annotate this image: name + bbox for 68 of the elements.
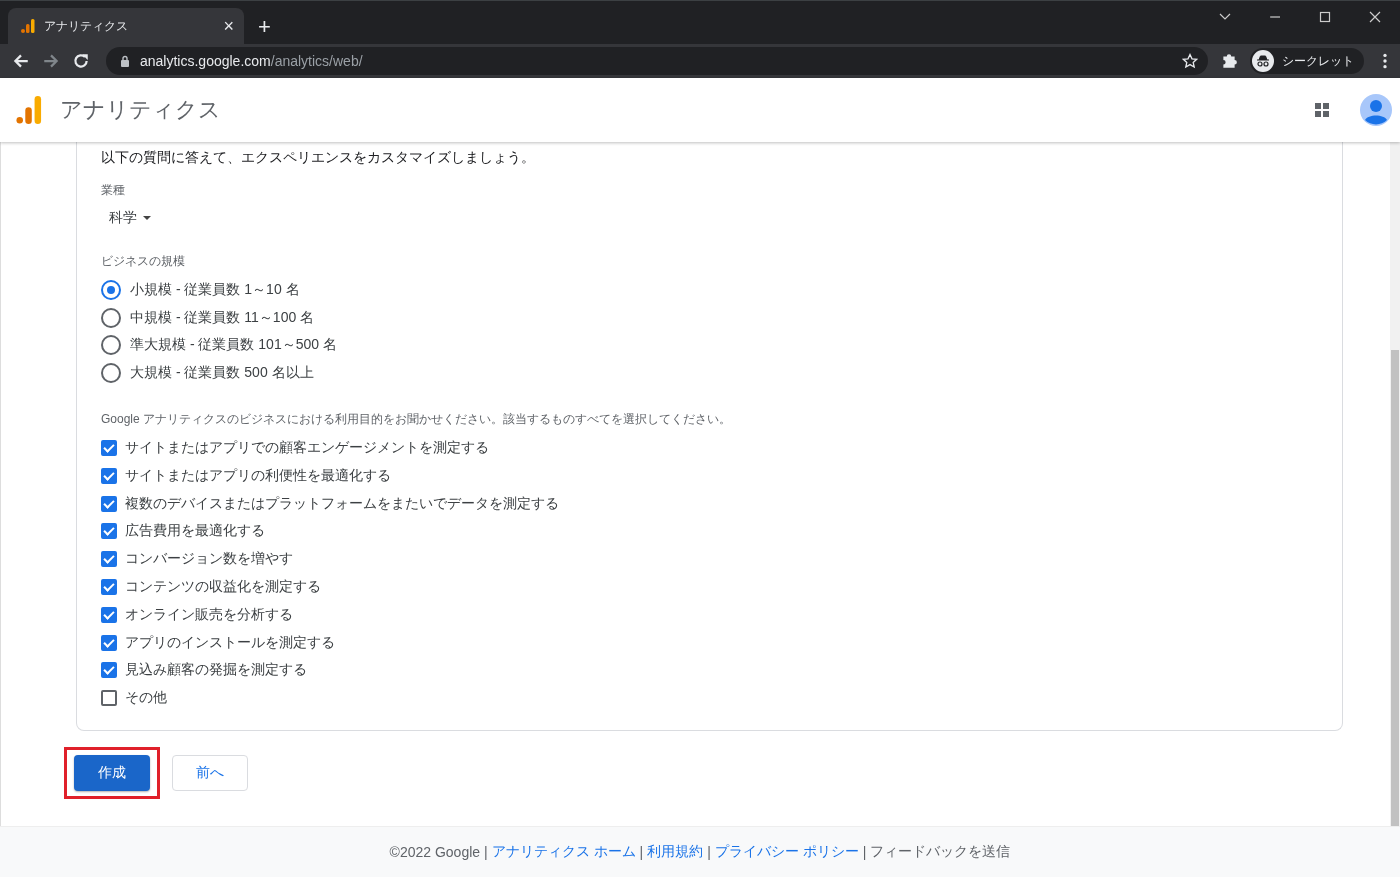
checkbox[interactable]: [101, 606, 117, 623]
avatar-icon[interactable]: [1360, 94, 1392, 126]
checkbox[interactable]: [101, 662, 117, 679]
footer-link[interactable]: アナリティクス ホーム: [491, 843, 636, 861]
apps-grid-icon[interactable]: [1314, 102, 1330, 118]
checkbox[interactable]: [101, 495, 117, 512]
scrollbar[interactable]: [1390, 142, 1400, 826]
address-bar[interactable]: analytics.google.com/analytics/web/: [106, 47, 1208, 75]
app-title: アナリティクス: [60, 96, 221, 124]
checkbox[interactable]: [101, 467, 117, 484]
create-button[interactable]: 作成: [74, 755, 150, 792]
browser-tab[interactable]: アナリティクス ×: [8, 8, 244, 44]
separator: |: [707, 844, 711, 860]
checkbox[interactable]: [101, 579, 117, 596]
incognito-profile-button[interactable]: シークレット: [1250, 48, 1364, 74]
close-icon[interactable]: [1368, 10, 1382, 24]
url-text: analytics.google.com/analytics/web/: [140, 53, 363, 69]
checkbox-option[interactable]: コンバージョン数を増やす: [101, 545, 559, 574]
bar-chart-logo-icon: [16, 95, 42, 125]
checkbox-option[interactable]: その他: [101, 684, 559, 713]
intro-text: 以下の質問に答えて、エクスペリエンスをカスタマイズしましょう。: [101, 148, 535, 166]
bar-chart-icon: [20, 18, 36, 34]
footer-text: フィードバックを送信: [870, 843, 1011, 861]
checkbox[interactable]: [101, 440, 117, 457]
checkbox-option[interactable]: コンテンツの収益化を測定する: [101, 573, 559, 601]
purpose-question: Google アナリティクスのビジネスにおける利用目的をお聞かせください。該当するものすべてを選択してください。: [101, 411, 732, 429]
footer-link[interactable]: プライバシー ポリシー: [714, 843, 859, 861]
scrollbar-thumb[interactable]: [1391, 350, 1399, 826]
radio-button[interactable]: [101, 279, 121, 300]
back-button[interactable]: 前へ: [172, 755, 248, 792]
checkbox-option[interactable]: サイトまたはアプリでの顧客エンゲージメントを測定する: [101, 434, 559, 462]
new-tab-button[interactable]: +: [258, 16, 271, 38]
lock-icon: [120, 55, 130, 67]
puzzle-piece-icon[interactable]: [1220, 52, 1238, 70]
tab-title: アナリティクス: [44, 17, 129, 35]
caret-icon: [143, 216, 151, 220]
footer-link[interactable]: 利用規約: [647, 843, 704, 861]
checkbox-option[interactable]: サイトまたはアプリの利便性を最適化する: [101, 462, 559, 490]
incognito-icon: [1252, 50, 1274, 72]
checkbox-option[interactable]: 広告費用を最適化する: [101, 517, 559, 546]
radio-option[interactable]: 大規模 - 従業員数 500 名以上: [101, 359, 337, 388]
reload-icon[interactable]: [72, 52, 90, 70]
back-arrow-icon[interactable]: [12, 52, 30, 70]
radio-option[interactable]: 中規模 - 従業員数 11～100 名: [101, 303, 337, 332]
checkbox[interactable]: [101, 634, 117, 651]
close-tab-button[interactable]: ×: [223, 17, 234, 35]
radio-button[interactable]: [101, 363, 121, 384]
separator: |: [862, 844, 867, 860]
checkbox-option[interactable]: 複数のデバイスまたはプラットフォームをまたいでデータを測定する: [101, 489, 559, 518]
checkbox-option[interactable]: オンライン販売を分析する: [101, 600, 559, 629]
forward-arrow-icon[interactable]: [42, 52, 60, 70]
star-icon[interactable]: [1182, 53, 1198, 69]
checkbox[interactable]: [101, 551, 117, 568]
checkbox[interactable]: [101, 690, 117, 707]
industry-dropdown[interactable]: 科学: [101, 199, 159, 231]
radio-option[interactable]: 小規模 - 従業員数 1～10 名: [101, 276, 337, 304]
business-size-label: ビジネスの規模: [101, 253, 185, 270]
footer-text: ©2022 Google: [389, 844, 481, 860]
maximize-icon[interactable]: [1318, 10, 1332, 24]
checkbox-option[interactable]: アプリのインストールを測定する: [101, 628, 559, 657]
separator: |: [639, 844, 644, 860]
radio-option[interactable]: 準大規模 - 従業員数 101～500 名: [101, 331, 337, 360]
radio-button[interactable]: [101, 335, 121, 356]
checkbox[interactable]: [101, 523, 117, 540]
industry-label: 業種: [101, 182, 125, 199]
radio-button[interactable]: [101, 307, 121, 328]
checkbox-option[interactable]: 見込み顧客の発掘を測定する: [101, 656, 559, 685]
separator: |: [484, 844, 488, 860]
